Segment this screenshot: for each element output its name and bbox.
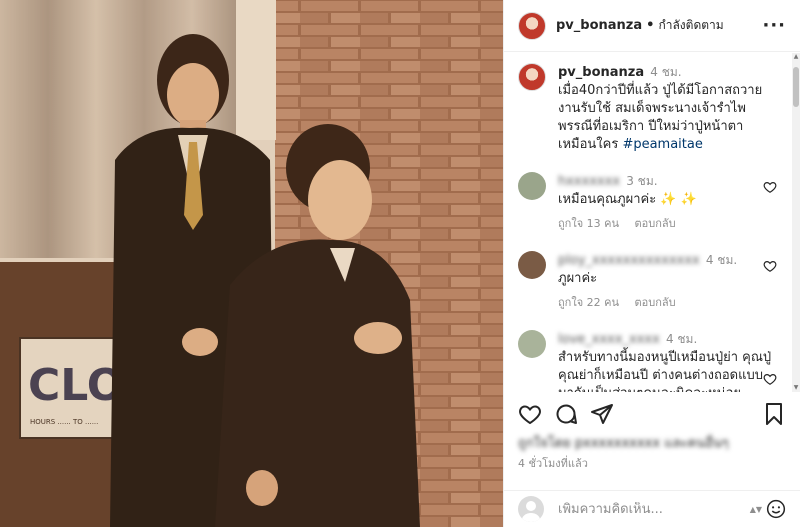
comment-heart-icon[interactable] — [763, 259, 777, 273]
comment-item: ploy_xxxxxxxxxxxxxx 4 ชม. ภูผาค่ะ ถูกใจ … — [518, 251, 793, 312]
more-options-icon[interactable]: ··· — [762, 15, 786, 36]
comment-username[interactable]: ploy_xxxxxxxxxxxxxx — [558, 253, 700, 268]
comments-scrollbar[interactable]: ▲ ▼ — [792, 53, 800, 392]
comment-heart-icon[interactable] — [763, 180, 777, 194]
add-comment-bar: ▲▼ — [504, 490, 800, 527]
comment-text: ภูผาค่ะ — [558, 271, 598, 286]
input-caret-icon: ▲▼ — [749, 504, 762, 514]
scroll-down-arrow-icon[interactable]: ▼ — [792, 384, 800, 392]
comment-text: เหมือนคุณภูผาค่ะ ✨ ✨ — [558, 192, 697, 207]
comment-avatar[interactable] — [518, 251, 546, 279]
caption-username[interactable]: pv_bonanza — [558, 65, 644, 80]
reply-button[interactable]: ตอบกลับ — [635, 296, 676, 309]
send-icon[interactable] — [590, 402, 614, 426]
comment-time: 4 ชม. — [705, 253, 738, 267]
heart-icon[interactable] — [518, 402, 542, 426]
comment-time: 3 ชม. — [626, 174, 658, 188]
post-timestamp: 4 ชั่วโมงที่แล้ว — [518, 457, 588, 470]
post-image: CLOSE HOURS ...... TO ...... — [0, 0, 503, 527]
scroll-up-arrow-icon[interactable]: ▲ — [792, 53, 800, 61]
comment-likes[interactable]: ถูกใจ 22 คน — [558, 296, 619, 309]
current-user-avatar — [518, 496, 544, 522]
comment-item: hxxxxxxx 3 ชม. เหมือนคุณภูผาค่ะ ✨ ✨ ถูกใ… — [518, 172, 793, 233]
comment-likes[interactable]: ถูกใจ 13 คน — [558, 217, 619, 230]
caption-time: 4 ชม. — [650, 65, 682, 79]
post-header: pv_bonanza • กำลังติดตาม ··· — [504, 0, 800, 52]
comment-username[interactable]: hxxxxxxx — [558, 174, 620, 189]
comments-list[interactable]: pv_bonanza 4 ชม. เมื่อ40กว่าปีที่แล้ว ปู… — [504, 53, 793, 392]
reply-button[interactable]: ตอบกลับ — [635, 217, 676, 230]
comment-avatar[interactable] — [518, 330, 546, 358]
caption: pv_bonanza 4 ชม. เมื่อ40กว่าปีที่แล้ว ปู… — [518, 63, 793, 154]
comment-avatar[interactable] — [518, 172, 546, 200]
post-side-panel: pv_bonanza • กำลังติดตาม ··· pv_bonanza … — [503, 0, 800, 527]
emoji-icon[interactable] — [766, 499, 786, 519]
add-comment-input[interactable] — [558, 501, 750, 517]
author-username[interactable]: pv_bonanza — [556, 18, 642, 33]
comment-heart-icon[interactable] — [763, 372, 777, 386]
author-avatar[interactable] — [518, 11, 546, 40]
scroll-thumb[interactable] — [793, 67, 799, 107]
post-photo: CLOSE HOURS ...... TO ...... — [0, 0, 503, 527]
post-actions — [518, 400, 786, 428]
comment-icon[interactable] — [554, 402, 578, 426]
comment-text: สำหรับทางนี้มองหนูปีเหมือนปู่ย่า คุณปู่ค… — [558, 350, 772, 392]
separator-dot: • — [646, 18, 655, 33]
caption-avatar[interactable] — [518, 63, 546, 91]
bookmark-icon[interactable] — [762, 402, 786, 426]
following-button[interactable]: กำลังติดตาม — [658, 16, 723, 35]
likes-summary[interactable]: ถูกใจโดย pxxxxxxxxxx และคนอื่นๆ — [518, 432, 786, 453]
comment-item: love_xxxx_xxxx 4 ชม. สำหรับทางนี้มองหนูป… — [518, 330, 793, 392]
comment-time: 4 ชม. — [665, 332, 698, 346]
comment-username[interactable]: love_xxxx_xxxx — [558, 332, 660, 347]
caption-hashtag[interactable]: #peamaitae — [622, 137, 702, 152]
